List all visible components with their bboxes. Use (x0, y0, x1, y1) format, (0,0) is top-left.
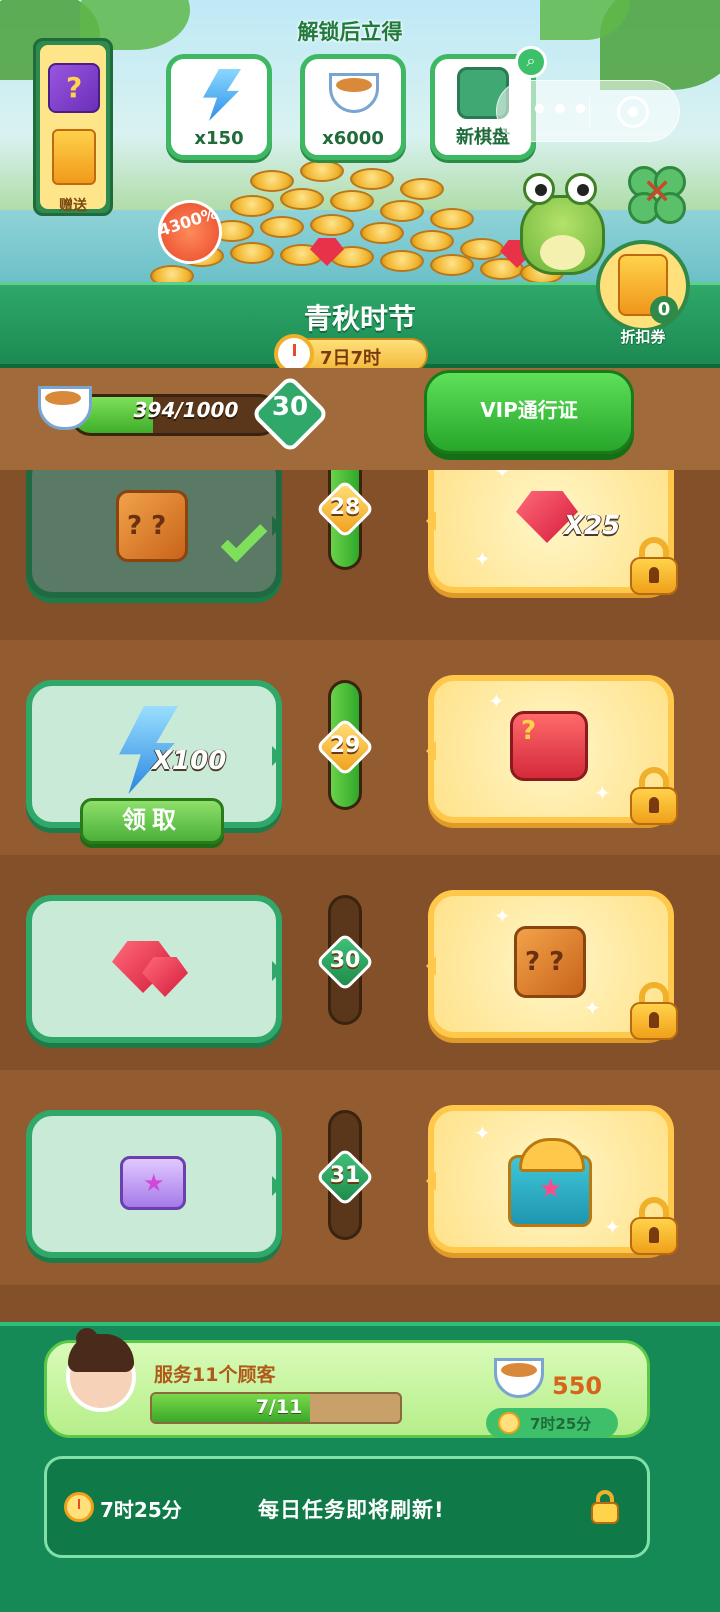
purple-star-chest-icon (120, 1156, 186, 1210)
reward-track: 28 ✦ ✦ X25 X100 29 ✦ ✦ (0, 470, 720, 1332)
vip-reward-card[interactable]: ✦ ✦ (426, 1105, 678, 1255)
unlock-reward-tea[interactable]: x6000 (300, 54, 406, 160)
gift-label: 赠送 (59, 198, 87, 214)
customer-avatar (62, 1316, 140, 1416)
reward-qty: X25 (564, 511, 621, 541)
lock-icon (630, 982, 678, 1040)
level-badge: 28 (315, 479, 375, 539)
lock-icon (630, 537, 678, 595)
discount-coupon[interactable]: 0 折扣券 (596, 240, 692, 350)
alarm-clock-icon (498, 1412, 520, 1434)
close-miniprogram-button[interactable] (617, 96, 649, 128)
unlock-reward-count: x150 (194, 128, 244, 149)
vip-reward-card[interactable]: ✦ ✦ X25 (426, 470, 678, 595)
alarm-clock-icon (64, 1492, 94, 1522)
reward-qty: X100 (152, 746, 227, 776)
search-icon[interactable]: ⌕ (515, 46, 547, 78)
reward-row: 31 ✦ ✦ (0, 1070, 720, 1285)
checkmark-icon (220, 515, 268, 563)
unlock-reward-count: x6000 (322, 128, 384, 149)
season-progress: 394/1000 30 VIP通行证 (0, 368, 720, 470)
task-timer-text: 7时25分 (530, 1415, 592, 1433)
lock-icon (591, 1490, 619, 1524)
reward-row: 28 ✦ ✦ X25 (0, 470, 720, 640)
unlock-title: 解锁后立得 (297, 20, 403, 44)
tea-cup-icon (38, 386, 96, 438)
tea-cup-icon (329, 73, 379, 113)
treasure-chest-icon (508, 1138, 592, 1227)
coupon-label: 折扣券 (620, 328, 666, 346)
mystery-cube-icon (116, 490, 188, 562)
free-reward-card[interactable] (26, 895, 282, 1043)
free-reward-card[interactable] (26, 1110, 282, 1258)
free-reward-card[interactable] (26, 470, 282, 598)
energy-bolt-icon (203, 69, 241, 121)
season-timer-text: 7日7时 (320, 348, 382, 369)
task-progress-text: 7/11 (255, 1396, 303, 1418)
task-timer: 7时25分 (486, 1408, 618, 1438)
more-menu-button[interactable]: ••• (531, 95, 593, 125)
vip-reward-card[interactable]: ✦ ✦ (426, 890, 678, 1040)
gift-scroll[interactable]: 赠送 (33, 38, 113, 216)
level-badge: 30 (315, 932, 375, 992)
lock-icon (630, 1197, 678, 1255)
coupon-ticket-icon (52, 129, 96, 185)
task-reward-amount: 550 (552, 1372, 603, 1400)
vip-pass-button[interactable]: VIP通行证 (424, 370, 634, 454)
unlock-reward-energy[interactable]: x150 (166, 54, 272, 160)
miniprogram-capsule: ••• (496, 80, 680, 142)
progress-text: 394/1000 (133, 398, 239, 422)
season-timer: 7日7时 (274, 334, 428, 374)
purple-gift-box-icon (48, 63, 100, 113)
tea-cup-icon (494, 1358, 546, 1400)
claim-button[interactable]: 领取 (80, 798, 224, 844)
reward-row: 30 ✦ ✦ (0, 855, 720, 1070)
current-level: 30 (271, 392, 309, 422)
close-button[interactable]: ✕ (628, 166, 688, 226)
vip-reward-card[interactable]: ✦ ✦ (426, 675, 678, 825)
season-title: 青秋时节 (303, 302, 416, 335)
level-badge: 31 (315, 1147, 375, 1207)
red-mystery-chest-icon (510, 711, 588, 781)
task-title: 服务11个顾客 (154, 1364, 276, 1386)
close-icon: ✕ (642, 172, 673, 213)
daily-timer-text: 7时25分 (100, 1498, 182, 1522)
coupon-count: 0 (650, 296, 678, 324)
daily-refresh-message: 每日任务即将刷新! (258, 1498, 445, 1522)
mystery-cube-icon (514, 926, 586, 998)
level-badge: 29 (315, 717, 375, 777)
lock-icon (630, 767, 678, 825)
